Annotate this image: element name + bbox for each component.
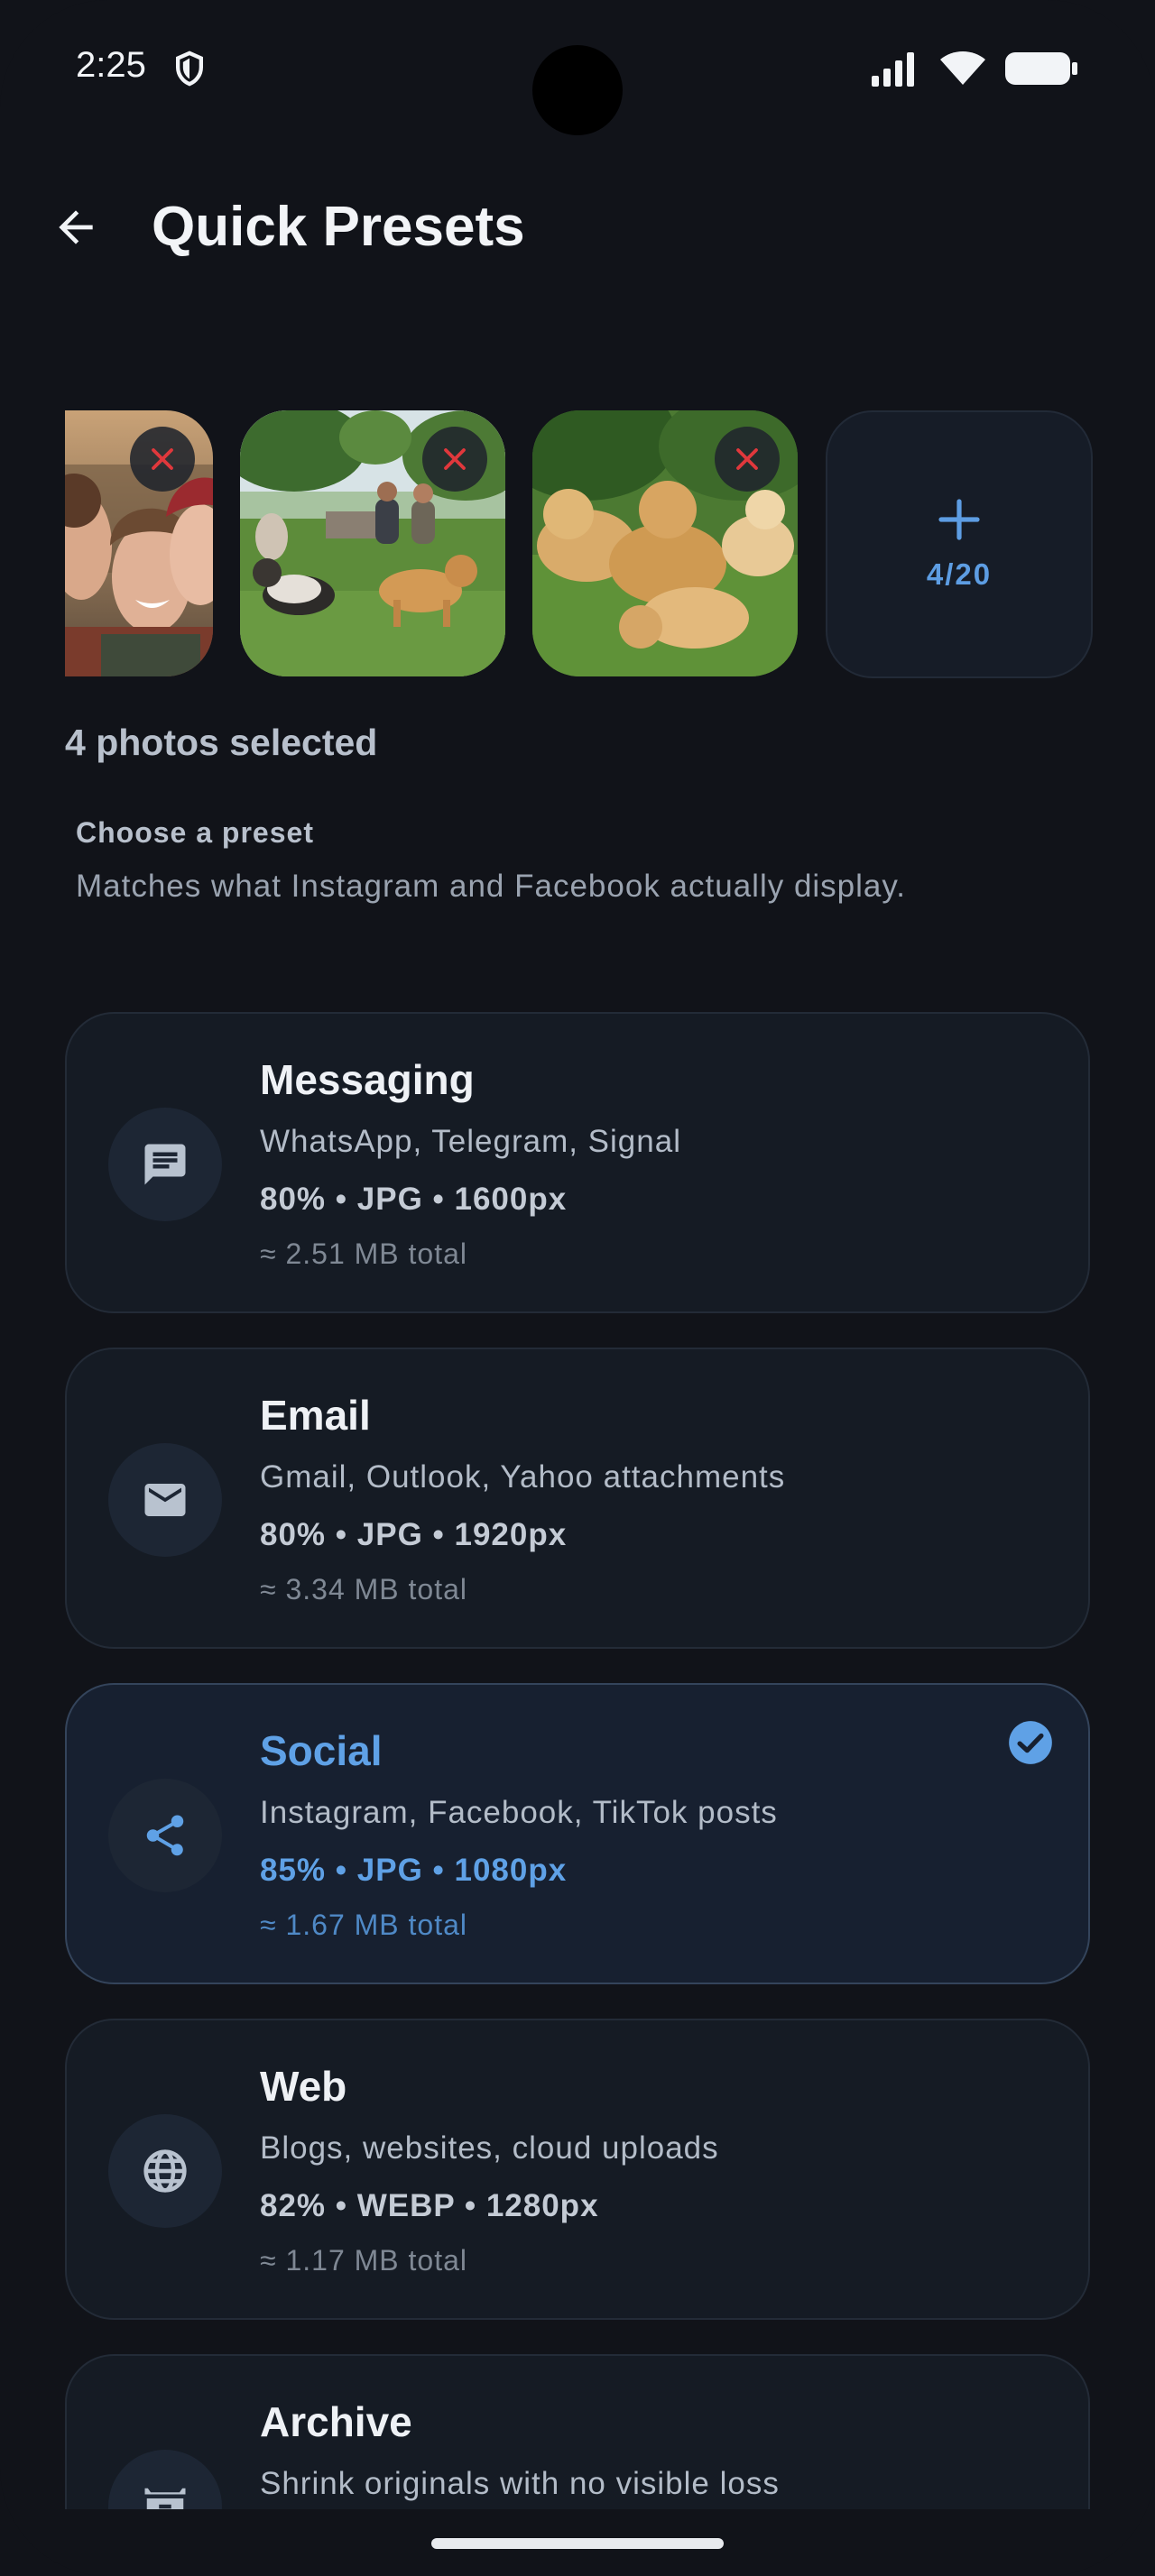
preset-icon-circle (108, 1779, 222, 1892)
section-title: Choose a preset (76, 816, 314, 849)
front-camera (532, 45, 623, 135)
message-icon (144, 1144, 186, 1185)
preset-icon-circle (108, 1108, 222, 1221)
preset-size: ≈ 1.67 MB total (260, 1909, 467, 1941)
preset-description: Blogs, websites, cloud uploads (260, 2130, 719, 2166)
close-icon (736, 448, 758, 470)
page-title: Quick Presets (152, 196, 525, 258)
remove-photo-button[interactable] (422, 427, 487, 492)
signal-icon (872, 52, 914, 87)
preset-size: ≈ 2.51 MB total (260, 1237, 467, 1270)
preset-card-messaging[interactable]: Messaging WhatsApp, Telegram, Signal 80%… (65, 1012, 1090, 1313)
preset-title: Social (260, 1727, 383, 1774)
remove-photo-button[interactable] (715, 427, 780, 492)
preset-card-web[interactable]: Web Blogs, websites, cloud uploads 82% •… (65, 2019, 1090, 2320)
share-icon (146, 1815, 184, 1856)
preset-title: Archive (260, 2398, 412, 2445)
preset-description: Gmail, Outlook, Yahoo attachments (260, 1459, 786, 1495)
status-bar: 2:25 (0, 0, 1155, 144)
preset-spec: 80% • JPG • 1920px (260, 1517, 568, 1552)
preset-spec: 85% • JPG • 1080px (260, 1853, 568, 1888)
preset-title: Messaging (260, 1056, 475, 1103)
preset-icon-circle (108, 1443, 222, 1557)
preset-spec: 80% • JPG • 1600px (260, 1182, 568, 1217)
home-indicator[interactable] (431, 2538, 724, 2549)
photo-strip[interactable]: 4/20 (65, 410, 1093, 678)
preset-card-social[interactable]: Social Instagram, Facebook, TikTok posts… (65, 1683, 1090, 1984)
preset-description: WhatsApp, Telegram, Signal (260, 1124, 681, 1159)
back-button[interactable] (45, 197, 106, 258)
close-icon (444, 448, 466, 470)
close-icon (152, 448, 173, 470)
preset-card-archive[interactable]: Archive Shrink originals with no visible… (65, 2354, 1090, 2509)
preset-description: Instagram, Facebook, TikTok posts (260, 1795, 778, 1830)
preset-card-email[interactable]: Email Gmail, Outlook, Yahoo attachments … (65, 1348, 1090, 1649)
puppies-photo[interactable] (532, 410, 798, 676)
arrow-back-icon (59, 210, 93, 244)
mail-icon (144, 1484, 186, 1516)
preset-description: Shrink originals with no visible loss (260, 2466, 780, 2501)
wifi-icon (940, 51, 985, 85)
park-dogs-photo[interactable] (240, 410, 505, 676)
shield-icon (176, 51, 203, 87)
battery-icon (1005, 52, 1077, 85)
app-bar: Quick Presets (0, 171, 1155, 280)
status-time: 2:25 (76, 45, 146, 85)
selfie-photo[interactable] (65, 410, 213, 676)
preset-title: Email (260, 1392, 371, 1439)
preset-title: Web (260, 2063, 347, 2110)
preset-list: Messaging WhatsApp, Telegram, Signal 80%… (65, 1012, 1090, 2509)
preset-icon-circle (108, 2114, 222, 2228)
archive-icon (144, 2488, 186, 2509)
phone-screen: 2:25 Quick Presets 4/20 4 photos selecte… (0, 0, 1155, 2576)
preset-icon-circle (108, 2450, 222, 2509)
plus-icon (938, 498, 980, 540)
preset-size: ≈ 3.34 MB total (260, 1573, 467, 1605)
section-subtitle: Matches what Instagram and Facebook actu… (76, 869, 907, 904)
preset-size: ≈ 1.17 MB total (260, 2244, 467, 2277)
preset-spec: 82% • WEBP • 1280px (260, 2188, 599, 2223)
photo-count: 4/20 (926, 557, 993, 591)
status-icons (872, 51, 1079, 87)
selected-count: 4 photos selected (65, 722, 378, 763)
add-photo-button[interactable]: 4/20 (826, 410, 1093, 678)
remove-photo-button[interactable] (130, 427, 195, 492)
check-circle-icon (1009, 1721, 1052, 1764)
globe-icon (143, 2149, 187, 2193)
